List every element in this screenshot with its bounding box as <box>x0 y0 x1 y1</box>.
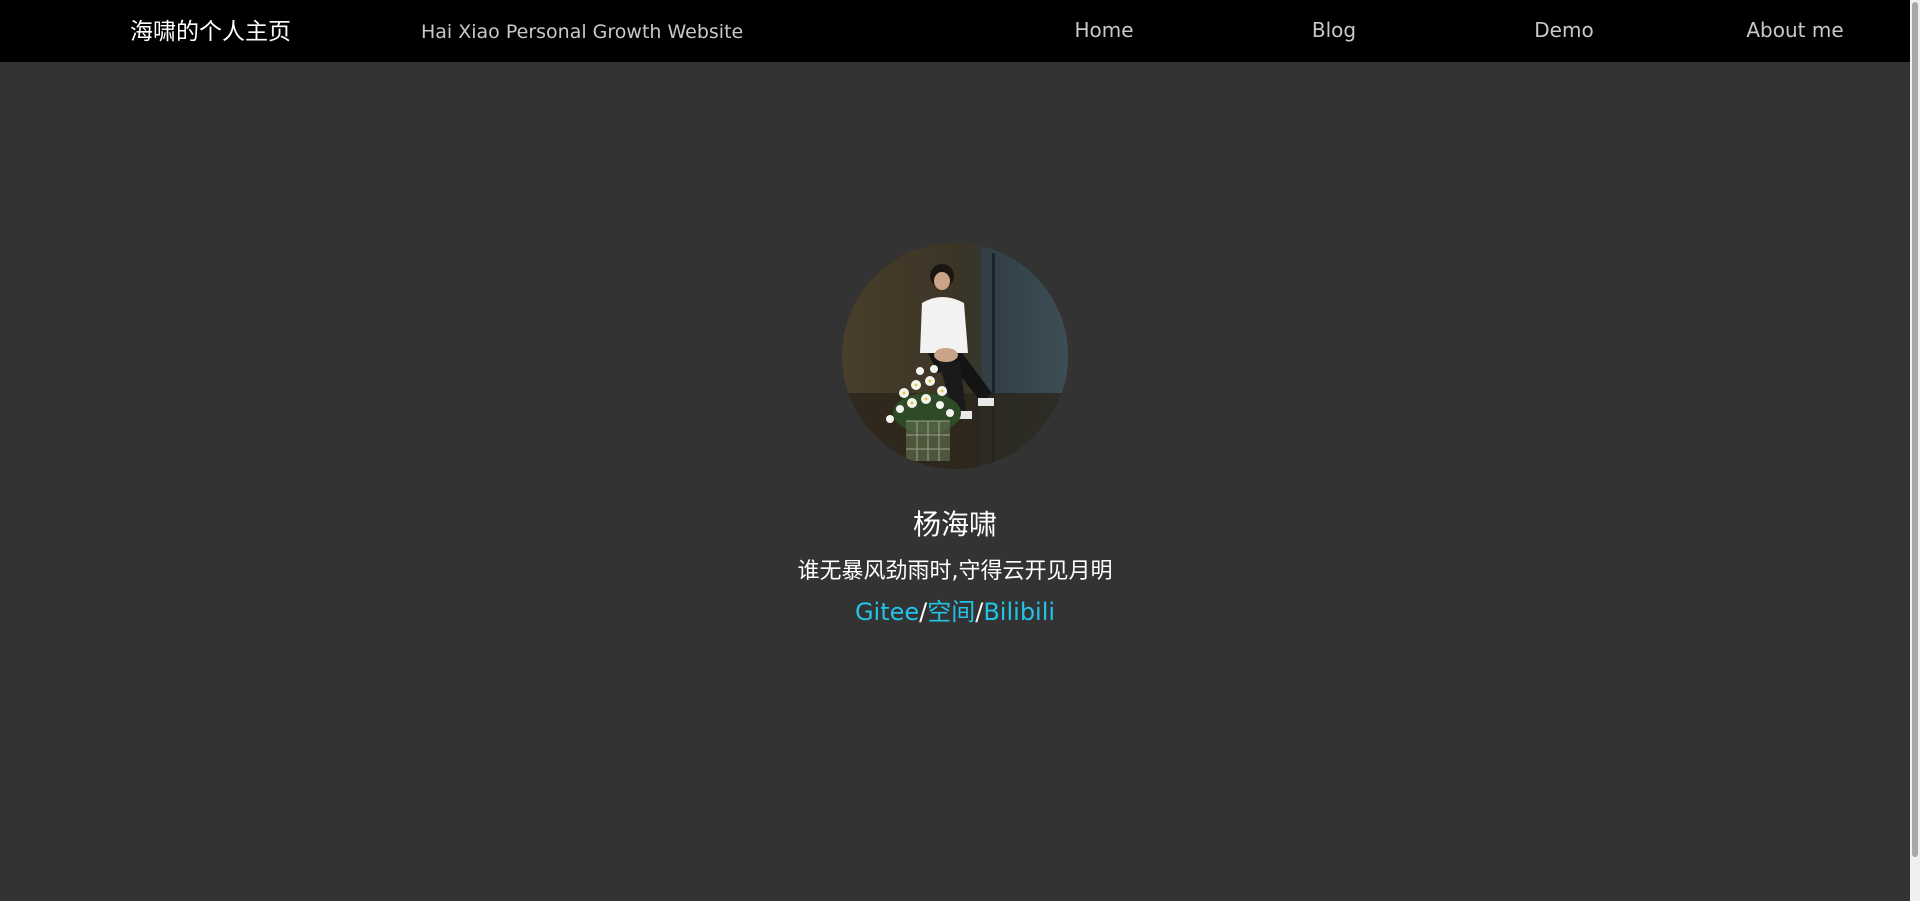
page: 海啸的个人主页 Hai Xiao Personal Growth Website… <box>0 0 1920 901</box>
profile-section: 杨海啸 谁无暴风劲雨时,守得云开见月明 Gitee/空间/Bilibili <box>0 243 1910 628</box>
profile-links: Gitee/空间/Bilibili <box>0 596 1910 628</box>
nav-about-link[interactable]: About me <box>1746 18 1843 42</box>
site-tagline: Hai Xiao Personal Growth Website <box>421 21 744 43</box>
nav-blog-link[interactable]: Blog <box>1312 18 1356 42</box>
profile-name: 杨海啸 <box>912 508 997 541</box>
space-link[interactable]: 空间 <box>927 598 975 626</box>
vertical-scrollbar[interactable] <box>1910 0 1920 901</box>
avatar-photo <box>842 243 1068 469</box>
top-navbar: 海啸的个人主页 Hai Xiao Personal Growth Website… <box>0 0 1910 62</box>
site-brand[interactable]: 海啸的个人主页 <box>130 17 291 47</box>
nav-home-link[interactable]: Home <box>1074 18 1133 42</box>
bilibili-link[interactable]: Bilibili <box>983 598 1055 626</box>
scrollbar-thumb[interactable] <box>1912 2 1918 857</box>
nav-demo-link[interactable]: Demo <box>1534 18 1593 42</box>
avatar <box>842 243 1068 469</box>
gitee-link[interactable]: Gitee <box>855 598 919 626</box>
profile-motto: 谁无暴风劲雨时,守得云开见月明 <box>797 559 1113 584</box>
